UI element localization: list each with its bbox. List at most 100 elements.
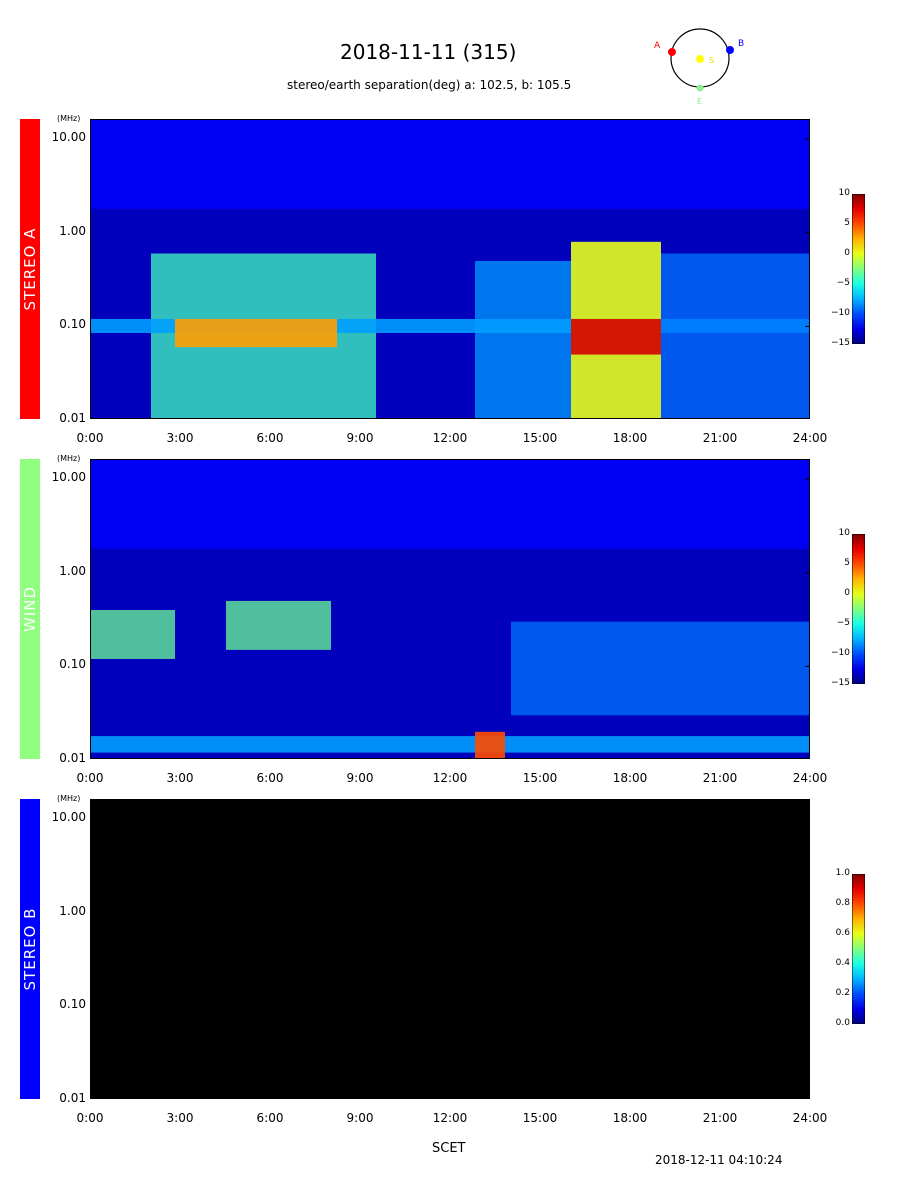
stereo-a-ytick-label: 0.10: [59, 317, 86, 332]
stereo-b-colorbar: [852, 874, 865, 1024]
stereo-a-y-unit: (MHz): [57, 114, 81, 123]
stereo-a-xtick-label: 15:00: [522, 431, 558, 445]
wind-xtick-label: 6:00: [256, 771, 284, 785]
wind-colorbar: [852, 534, 865, 684]
stereo-a-xtick-label: 3:00: [166, 431, 194, 445]
wind-colorbar-fill: [852, 534, 865, 684]
stereo-a-xtick-label: 18:00: [612, 431, 648, 445]
stereo-a-feature-peak-5: [571, 318, 661, 355]
stereo-b-xtick-label: 12:00: [432, 1111, 468, 1125]
wind-feature-intense-4: [475, 731, 505, 758]
stereo-a-colorbar: [852, 194, 865, 344]
earth-marker: [696, 84, 704, 92]
chart-title: 2018-11-11 (315): [340, 40, 517, 64]
stereo-b-ytick-label: 10.00: [51, 810, 86, 825]
wind-panel-label: WIND: [20, 459, 40, 759]
stereo-a-xtick-label: 21:00: [702, 431, 738, 445]
stereo-b-colorbar-tick: 0.8: [835, 898, 850, 908]
wind-colorbar-tick: −5: [836, 618, 850, 628]
earth-letter: E: [697, 97, 702, 106]
stereo-a-spectrogram: [90, 119, 810, 419]
stereo-a-colorbar-tick: 0: [844, 248, 850, 258]
wind-colorbar-tick: −10: [831, 648, 850, 658]
stereo-a-xtick-label: 12:00: [432, 431, 468, 445]
stereo-a-marker: [668, 48, 676, 56]
stereo-b-xtick-label: 9:00: [346, 1111, 374, 1125]
stereo-b-background: [91, 800, 809, 1098]
stereo-a-ytick-label: 10.00: [51, 130, 86, 145]
wind-xtick-label: 18:00: [612, 771, 648, 785]
stereo-a-feature-intense-2: [175, 318, 337, 348]
stereo-a-high-freq-noise: [91, 120, 809, 209]
orbit-diagram: A B S E: [654, 28, 744, 106]
wind-xtick-label: 15:00: [522, 771, 558, 785]
wind-xtick-label: 24:00: [792, 771, 828, 785]
stereo-a-panel-name: STEREO A: [21, 227, 39, 311]
wind-y-unit: (MHz): [57, 454, 81, 463]
stereo-b-xtick-label: 21:00: [702, 1111, 738, 1125]
wind-xtick-label: 9:00: [346, 771, 374, 785]
stereo-a-colorbar-tick: −15: [831, 338, 850, 348]
generation-timestamp: 2018-12-11 04:10:24: [655, 1153, 783, 1167]
wind-feature-burst-1: [226, 600, 331, 650]
stereo-a-colorbar-tick: −10: [831, 308, 850, 318]
wind-ytick-label: 0.01: [59, 751, 86, 765]
wind-ytick-label: 10.00: [51, 470, 86, 485]
wind-feature-burst-0: [91, 610, 175, 659]
stereo-a-feature-burst-6: [661, 253, 809, 418]
stereo-b-colorbar-tick: 0.0: [835, 1018, 850, 1028]
stereo-b-letter: B: [738, 39, 744, 49]
wind-colorbar-tick: 10: [838, 528, 850, 538]
wind-feature-burst-3: [511, 621, 809, 716]
stereo-b-ytick-label: 0.10: [59, 997, 86, 1012]
stereo-b-colorbar-fill: [852, 874, 865, 1024]
wind-xtick-label: 3:00: [166, 771, 194, 785]
x-axis-title: SCET: [432, 1141, 466, 1156]
wind-xtick-label: 21:00: [702, 771, 738, 785]
stereo-a-ytick-label: 0.01: [59, 411, 86, 425]
wind-ytick-label: 0.10: [59, 657, 86, 672]
chart-subtitle: stereo/earth separation(deg) a: 102.5, b…: [287, 78, 572, 92]
stereo-a-colorbar-tick: 10: [838, 188, 850, 198]
stereo-a-xtick-label: 9:00: [346, 431, 374, 445]
wind-colorbar-tick: −15: [831, 678, 850, 688]
stereo-a-ytick-label: 1.00: [59, 223, 86, 238]
stereo-a-panel-label: STEREO A: [20, 119, 40, 419]
stereo-b-colorbar-tick: 0.4: [835, 958, 850, 968]
wind-feature-band-2: [91, 736, 809, 753]
stereo-b-colorbar-tick: 0.6: [835, 928, 850, 938]
stereo-a-xtick-label: 0:00: [76, 431, 104, 445]
stereo-b-ytick-label: 0.01: [59, 1091, 86, 1105]
stereo-b-ytick-label: 1.00: [59, 903, 86, 918]
stereo-a-xtick-label: 6:00: [256, 431, 284, 445]
stereo-b-panel-label: STEREO B: [20, 799, 40, 1099]
wind-high-freq-noise: [91, 460, 809, 549]
stereo-a-letter: A: [654, 41, 661, 51]
stereo-b-marker: [726, 46, 734, 54]
wind-colorbar-tick: 5: [844, 558, 850, 568]
stereo-b-panel-name: STEREO B: [21, 907, 39, 991]
stereo-a-colorbar-tick: 5: [844, 218, 850, 228]
wind-xtick-label: 12:00: [432, 771, 468, 785]
stereo-a-xtick-label: 24:00: [792, 431, 828, 445]
wind-colorbar-tick: 0: [844, 588, 850, 598]
stereo-b-y-unit: (MHz): [57, 794, 81, 803]
sun-letter: S: [709, 56, 714, 65]
wind-panel-name: WIND: [21, 585, 39, 633]
sun-marker: [696, 55, 704, 63]
stereo-a-colorbar-tick: −5: [836, 278, 850, 288]
wind-ytick-label: 1.00: [59, 563, 86, 578]
wind-spectrogram: [90, 459, 810, 759]
stereo-b-xtick-label: 24:00: [792, 1111, 828, 1125]
stereo-a-feature-burst-3: [475, 260, 571, 418]
stereo-b-colorbar-tick: 1.0: [835, 868, 850, 878]
stereo-b-xtick-label: 15:00: [522, 1111, 558, 1125]
stereo-a-colorbar-fill: [852, 194, 865, 344]
stereo-b-spectrogram: [90, 799, 810, 1099]
stereo-b-xtick-label: 6:00: [256, 1111, 284, 1125]
stereo-b-xtick-label: 0:00: [76, 1111, 104, 1125]
stereo-b-colorbar-tick: 0.2: [835, 988, 850, 998]
stereo-b-xtick-label: 18:00: [612, 1111, 648, 1125]
wind-xtick-label: 0:00: [76, 771, 104, 785]
stereo-b-xtick-label: 3:00: [166, 1111, 194, 1125]
